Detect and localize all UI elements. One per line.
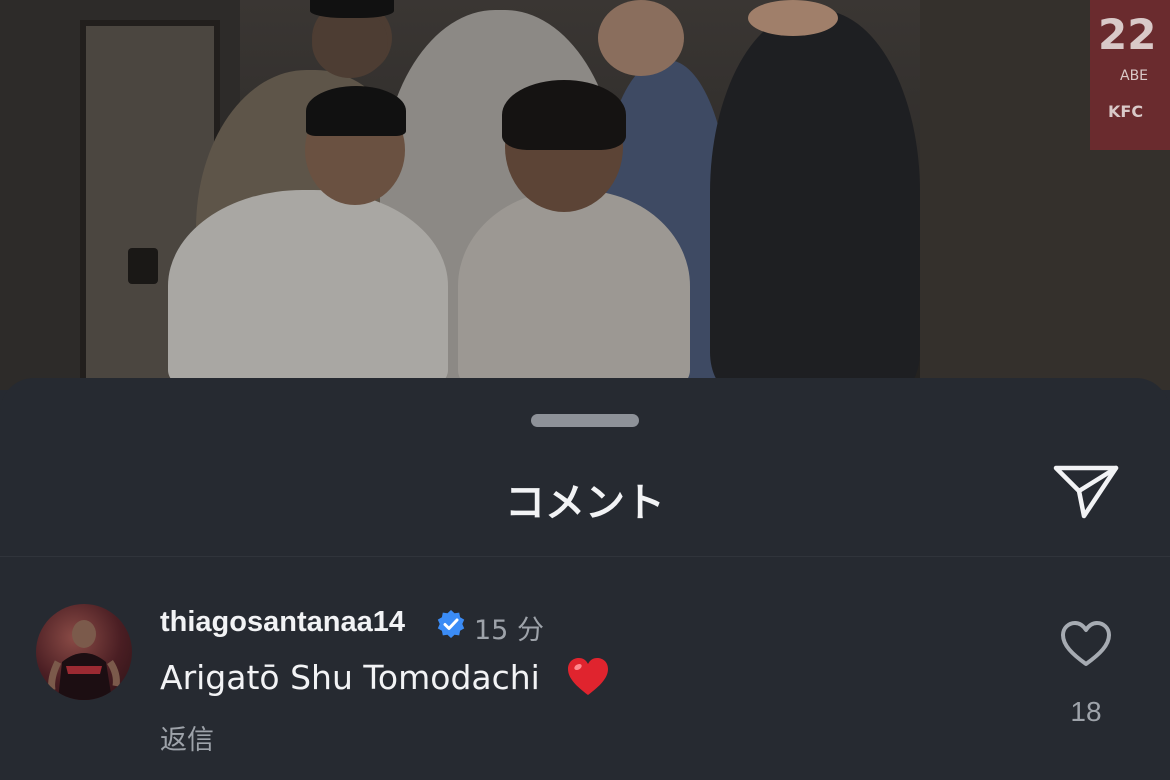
jersey-number: 22 [1098, 10, 1157, 59]
comment-username[interactable]: thiagosantanaa14 [160, 606, 405, 639]
photo-hair [502, 80, 626, 150]
red-heart-emoji-icon [568, 658, 608, 695]
sheet-drag-handle[interactable] [531, 414, 639, 427]
photo-person-head [312, 8, 388, 78]
comment-text: Arigatō Shu Tomodachi [160, 658, 540, 697]
jersey-name: ABE [1120, 68, 1149, 84]
photo-person [168, 190, 448, 390]
photo-person [458, 190, 690, 390]
photo-cap [310, 0, 394, 18]
jersey-brand: KFC [1108, 102, 1144, 121]
post-photo: 22 ABE KFC [0, 0, 1170, 390]
comment-timestamp: 15 分 [474, 615, 544, 646]
verified-badge-icon [437, 610, 465, 638]
header-divider [0, 556, 1170, 557]
comment-item: thiagosantanaa14 15 分 Arigatō Shu Tomoda… [0, 600, 1170, 770]
sheet-title: コメント [505, 480, 665, 526]
photo-person-head [748, 0, 838, 36]
photo-door-handle [128, 248, 158, 284]
photo-jersey: 22 ABE KFC [1090, 0, 1170, 150]
heart-outline-icon[interactable] [1060, 620, 1112, 668]
reply-button[interactable]: 返信 [160, 718, 214, 757]
like-count: 18 [1070, 696, 1102, 727]
photo-person [710, 10, 920, 390]
photo-cap [306, 86, 406, 136]
comments-sheet: コメント thiagosantanaa14 15 分 Arigatō Shu T… [0, 378, 1170, 780]
send-icon[interactable] [1048, 458, 1124, 524]
avatar[interactable] [36, 604, 132, 700]
photo-person-head [598, 0, 684, 76]
